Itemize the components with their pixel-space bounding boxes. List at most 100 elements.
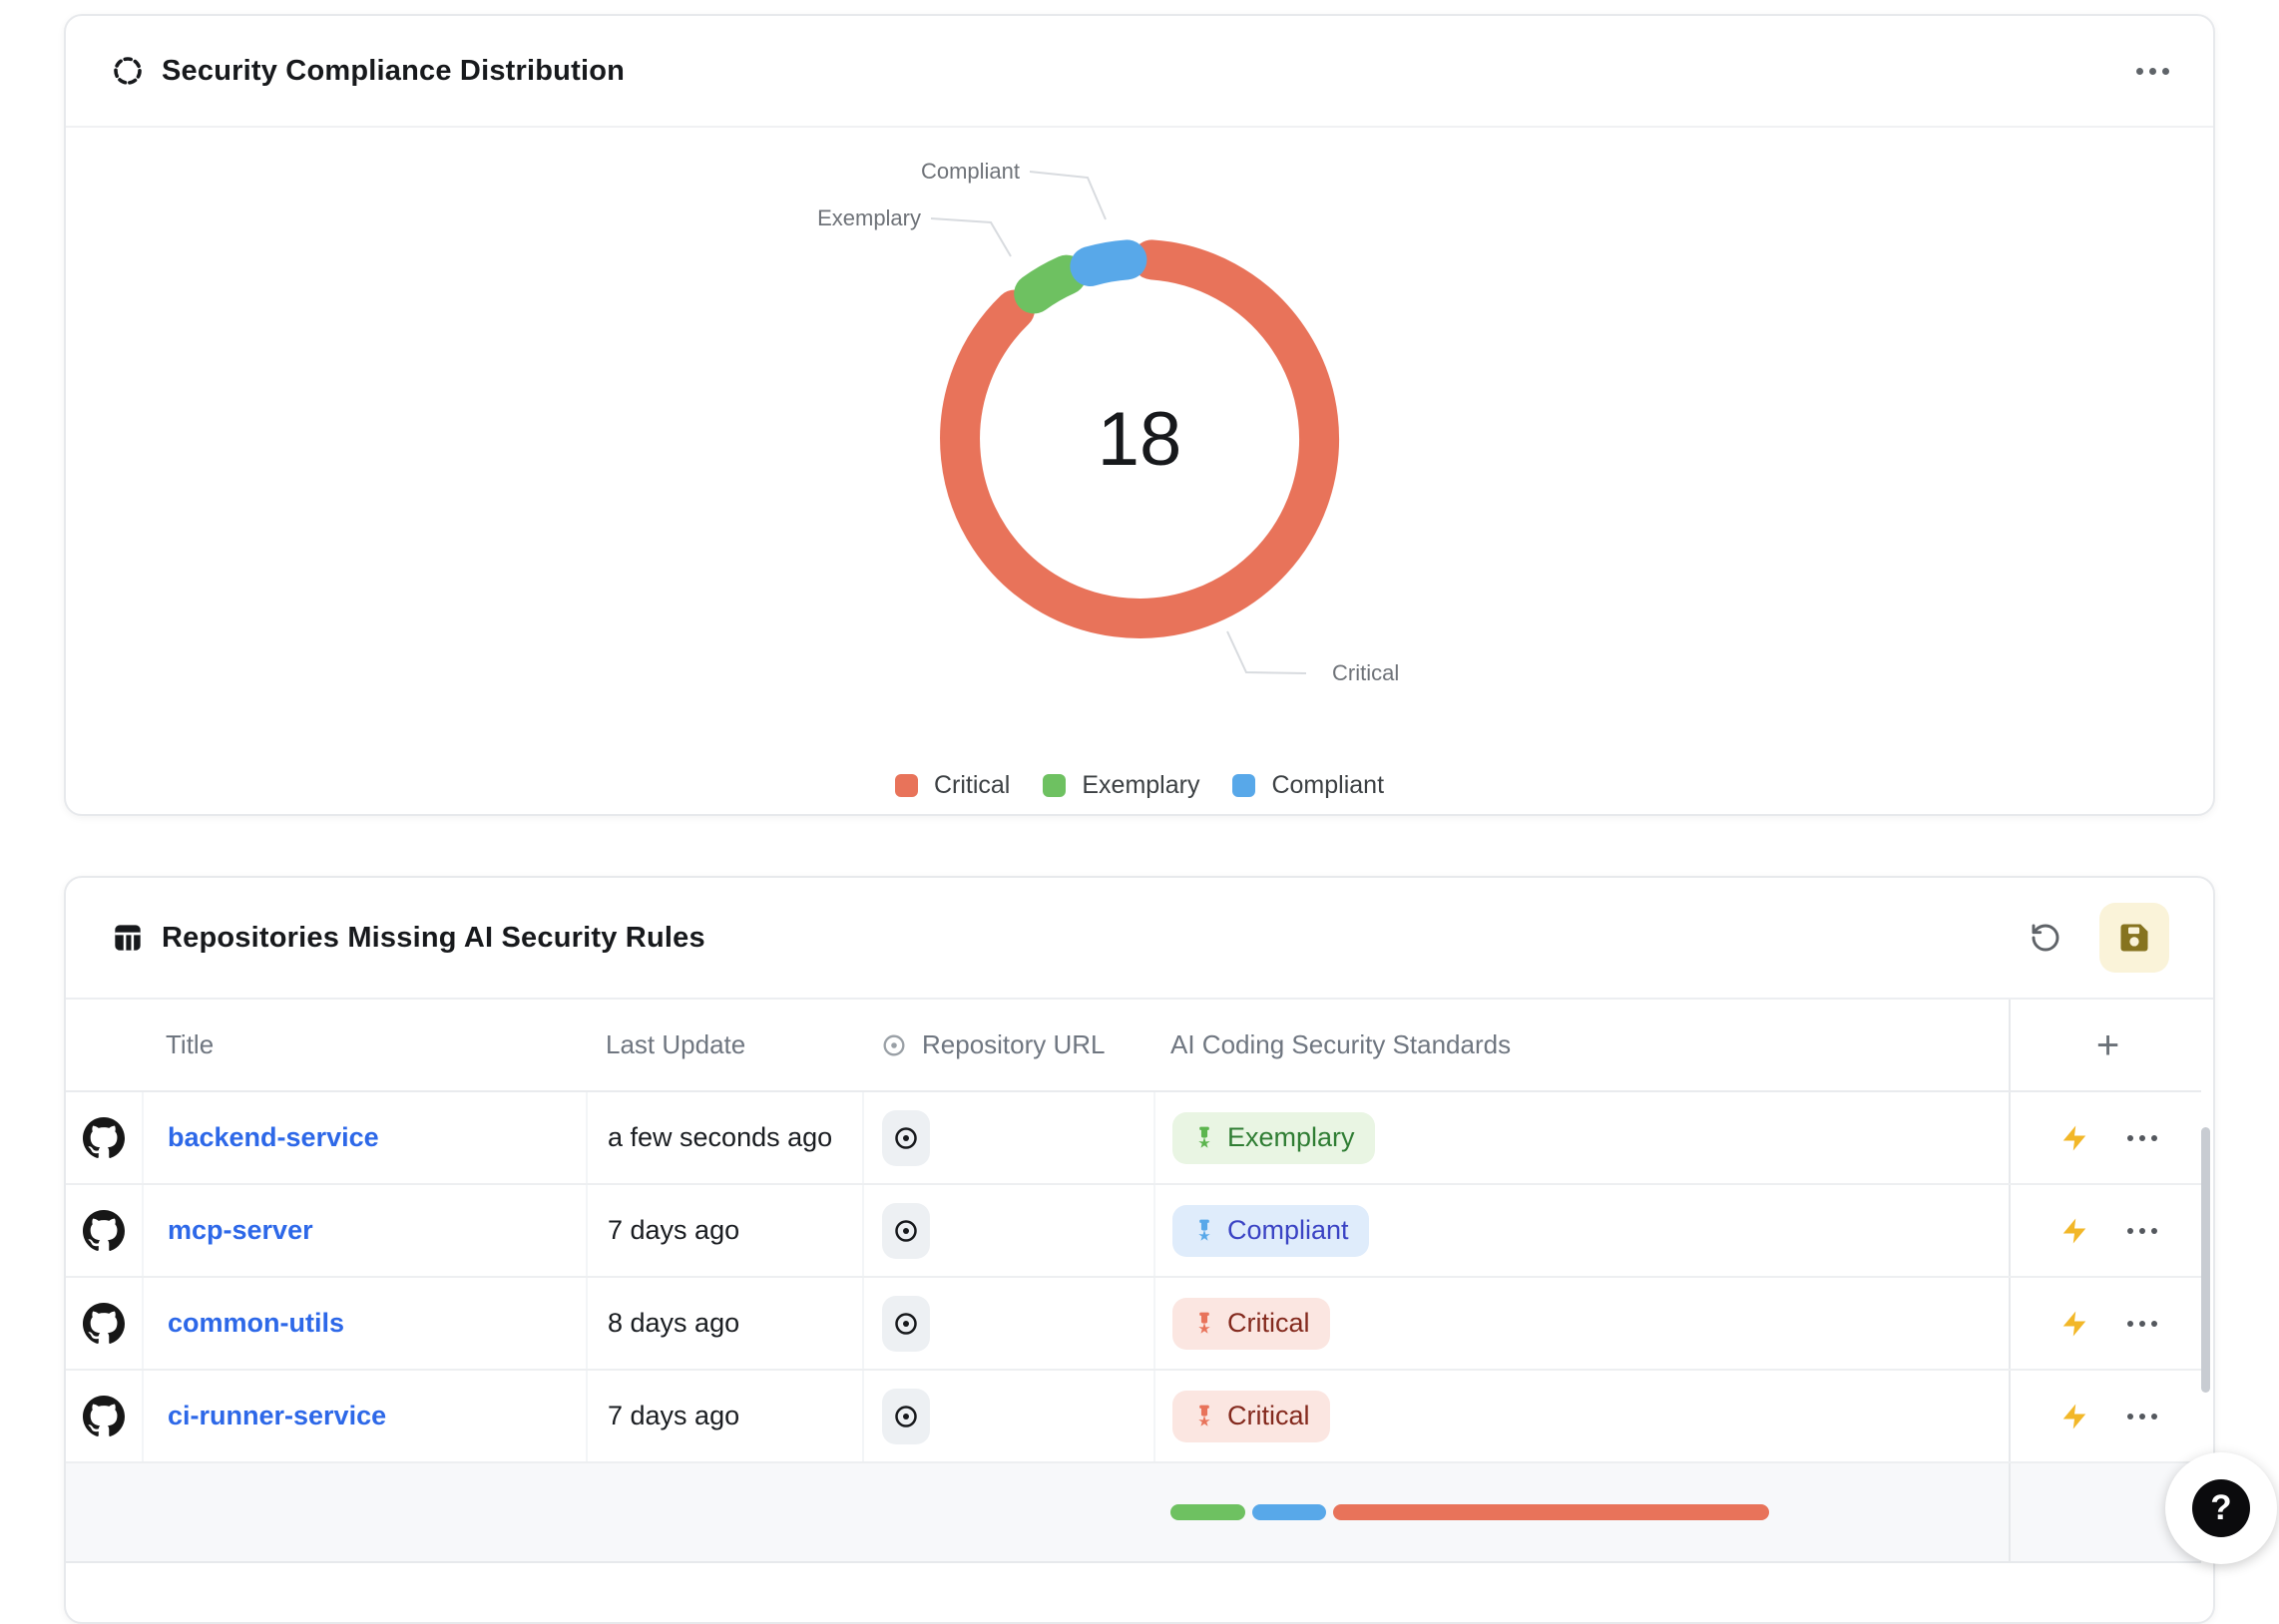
legend-item-exemplary[interactable]: Exemplary	[1043, 771, 1199, 800]
repo-link[interactable]: backend-service	[168, 1122, 379, 1153]
donut-chart-svg: Compliant Exemplary Critical 18	[66, 128, 2215, 814]
leader-line-compliant	[1030, 172, 1106, 219]
legend-item-critical[interactable]: Critical	[895, 771, 1010, 800]
target-icon	[891, 1402, 921, 1431]
callout-compliant: Compliant	[921, 159, 1020, 184]
last-update-text: 7 days ago	[608, 1215, 739, 1246]
repo-link[interactable]: ci-runner-service	[168, 1401, 386, 1431]
status-badge[interactable]: Critical	[1172, 1391, 1330, 1442]
repo-url-button[interactable]	[882, 1203, 930, 1259]
compliance-distribution-card: Security Compliance Distribution Complia…	[64, 14, 2215, 816]
medal-icon	[1192, 1219, 1216, 1243]
column-header-repo-url[interactable]: Repository URL	[862, 1029, 1153, 1060]
zap-icon	[2059, 1216, 2089, 1246]
repo-icon-cell	[66, 1278, 142, 1369]
last-update-text: 7 days ago	[608, 1401, 739, 1431]
callout-critical: Critical	[1332, 660, 1399, 685]
zap-button[interactable]	[2059, 1309, 2089, 1339]
column-header-title[interactable]: Title	[142, 1029, 586, 1060]
status-badge-label: Critical	[1227, 1308, 1310, 1339]
row-menu-button[interactable]	[2127, 1135, 2157, 1141]
medal-icon	[1192, 1405, 1216, 1428]
zap-icon	[2059, 1123, 2089, 1153]
legend-label: Exemplary	[1082, 771, 1199, 800]
repo-icon-cell	[66, 1185, 142, 1276]
add-column-button[interactable]: +	[2096, 1025, 2119, 1065]
table-header-row: Title Last Update Repository URL AI Codi…	[66, 1000, 2201, 1092]
table-row: ci-runner-service 7 days ago Critical	[66, 1371, 2201, 1463]
zap-button[interactable]	[2059, 1402, 2089, 1431]
legend-label: Compliant	[1271, 771, 1384, 800]
summary-bar-compliant	[1252, 1504, 1326, 1520]
repos-table: Title Last Update Repository URL AI Codi…	[66, 1000, 2213, 1563]
donut-segment-exemplary[interactable]	[1034, 275, 1067, 294]
row-menu-button[interactable]	[2127, 1228, 2157, 1234]
compliance-card-title: Security Compliance Distribution	[162, 55, 625, 88]
summary-bar-exemplary	[1170, 1504, 1245, 1520]
status-badge[interactable]: Compliant	[1172, 1205, 1369, 1257]
add-column-cell: +	[2009, 1000, 2205, 1090]
table-row: common-utils 8 days ago Critical	[66, 1278, 2201, 1371]
zap-icon	[2059, 1309, 2089, 1339]
row-menu-button[interactable]	[2127, 1321, 2157, 1327]
legend-item-compliant[interactable]: Compliant	[1232, 771, 1384, 800]
column-header-standards[interactable]: AI Coding Security Standards	[1153, 1029, 2009, 1060]
github-icon	[83, 1117, 125, 1159]
repo-url-button[interactable]	[882, 1389, 930, 1444]
leader-line-exemplary	[931, 218, 1011, 256]
save-floppy-icon	[2116, 920, 2152, 956]
table-body: backend-service a few seconds ago Exempl…	[66, 1092, 2201, 1463]
donut-segment-compliant[interactable]	[1090, 259, 1127, 266]
legend-swatch-compliant	[1232, 774, 1255, 797]
repo-link[interactable]: mcp-server	[168, 1215, 313, 1246]
table-columns-icon	[112, 922, 144, 954]
legend-swatch-critical	[895, 774, 918, 797]
card-menu-button[interactable]	[2136, 68, 2169, 75]
target-icon	[891, 1309, 921, 1339]
leader-line-critical	[1227, 631, 1306, 673]
question-mark-icon: ?	[2192, 1479, 2250, 1537]
chart-legend: Critical Exemplary Compliant	[66, 771, 2213, 800]
table-scrollbar-thumb[interactable]	[2201, 1127, 2210, 1393]
table-row: backend-service a few seconds ago Exempl…	[66, 1092, 2201, 1185]
row-menu-button[interactable]	[2127, 1414, 2157, 1420]
repo-icon-cell	[66, 1092, 142, 1183]
status-badge-label: Critical	[1227, 1401, 1310, 1431]
github-icon	[83, 1303, 125, 1345]
target-icon	[891, 1216, 921, 1246]
column-header-last-update[interactable]: Last Update	[586, 1029, 862, 1060]
status-badge-label: Exemplary	[1227, 1122, 1355, 1153]
zap-button[interactable]	[2059, 1216, 2089, 1246]
save-button[interactable]	[2099, 903, 2169, 973]
repo-url-button[interactable]	[882, 1296, 930, 1352]
zap-button[interactable]	[2059, 1123, 2089, 1153]
repo-url-button[interactable]	[882, 1110, 930, 1166]
undo-button[interactable]	[2018, 910, 2073, 966]
table-footer-row	[66, 1463, 2201, 1563]
last-update-text: 8 days ago	[608, 1308, 739, 1339]
callout-exemplary: Exemplary	[817, 205, 921, 230]
donut-chart: Compliant Exemplary Critical 18 Critical…	[66, 128, 2213, 814]
status-badge[interactable]: Exemplary	[1172, 1112, 1375, 1164]
repos-table-card: Repositories Missing AI Security Rules T…	[64, 876, 2215, 1624]
target-icon	[891, 1123, 921, 1153]
zap-icon	[2059, 1402, 2089, 1431]
help-button[interactable]: ?	[2165, 1452, 2277, 1564]
repo-icon-cell	[66, 1371, 142, 1461]
circle-dashed-icon	[112, 55, 144, 87]
legend-swatch-exemplary	[1043, 774, 1066, 797]
undo-icon	[2030, 922, 2061, 954]
github-icon	[83, 1210, 125, 1252]
column-header-repo-url-label: Repository URL	[922, 1029, 1106, 1060]
repo-link[interactable]: common-utils	[168, 1308, 344, 1339]
table-row: mcp-server 7 days ago Compliant	[66, 1185, 2201, 1278]
medal-icon	[1192, 1126, 1216, 1150]
status-badge[interactable]: Critical	[1172, 1298, 1330, 1350]
status-badge-label: Compliant	[1227, 1215, 1349, 1246]
donut-center-value: 18	[1098, 397, 1182, 482]
summary-bar-critical	[1333, 1504, 1769, 1520]
repos-card-title: Repositories Missing AI Security Rules	[162, 922, 705, 955]
repos-card-header: Repositories Missing AI Security Rules	[66, 878, 2213, 1000]
compliance-card-header: Security Compliance Distribution	[66, 16, 2213, 128]
github-icon	[83, 1396, 125, 1437]
